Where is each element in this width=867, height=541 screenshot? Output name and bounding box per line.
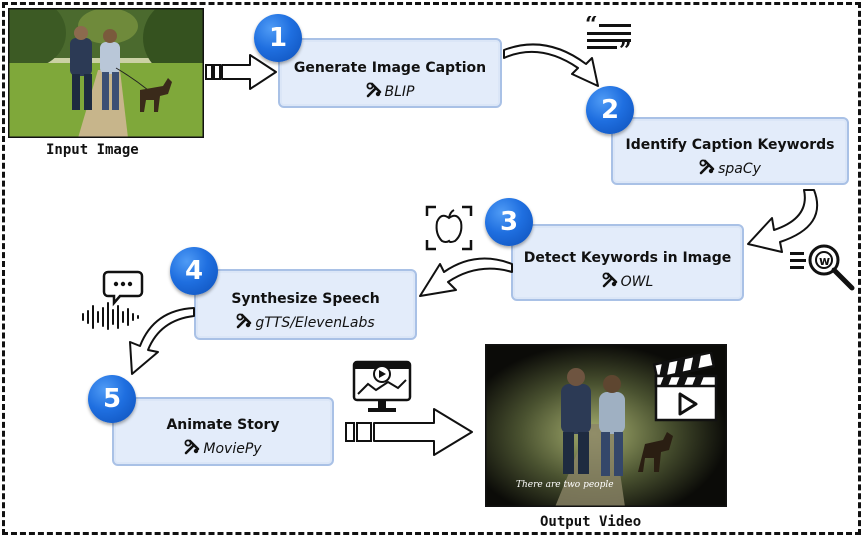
step-2-badge: 2 [586,86,634,134]
keyword-search-icon: w [790,244,855,291]
step-3-box: Detect Keywords in Image OWL [511,224,744,301]
svg-text:”: ” [619,38,632,54]
tools-icon [184,439,200,455]
video-subtitle: There are two people [516,480,614,490]
svg-text:w: w [819,254,830,268]
curved-arrow-4-5 [129,307,195,375]
step-4-box: Synthesize Speech gTTS/ElevenLabs [194,269,417,340]
step-2-tool-name: spaCy [718,161,761,177]
step-5-tool: MoviePy [114,439,332,457]
tools-icon [699,159,715,175]
step-4-badge: 4 [170,247,218,295]
step-1-badge: 1 [254,14,302,62]
step-5-box: Animate Story MoviePy [112,397,334,466]
step-2-box: Identify Caption Keywords spaCy [611,117,849,185]
step-3-tool-name: OWL [620,274,654,290]
input-image-caption: Input Image [46,142,139,158]
step-1-tool-name: BLIP [384,84,415,100]
clapperboard-icon [652,352,718,422]
block-arrow-output [345,408,473,456]
step-5-tool-name: MoviePy [203,441,262,457]
step-1-box: Generate Image Caption BLIP [278,38,502,108]
step-1-tool: BLIP [280,82,500,100]
step-2-title: Identify Caption Keywords [625,137,835,153]
step-5-title: Animate Story [166,417,280,433]
step-3-badge: 3 [485,198,533,246]
step-4-tool: gTTS/ElevenLabs [196,313,415,331]
object-detection-icon [425,205,473,251]
tools-icon [601,272,618,288]
tools-icon [236,313,252,329]
input-image [8,8,204,138]
step-4-tool-name: gTTS/ElevenLabs [255,315,375,331]
curved-arrow-3-4 [419,257,513,297]
step-2-tool: spaCy [613,159,847,177]
tools-icon [365,82,382,98]
step-3-tool: OWL [513,272,742,290]
step-5-badge: 5 [88,375,136,423]
output-video-caption: Output Video [540,514,642,530]
step-1-title: Generate Image Caption [293,60,487,76]
step-4-title: Synthesize Speech [231,291,380,307]
step-3-title: Detect Keywords in Image [523,250,732,266]
